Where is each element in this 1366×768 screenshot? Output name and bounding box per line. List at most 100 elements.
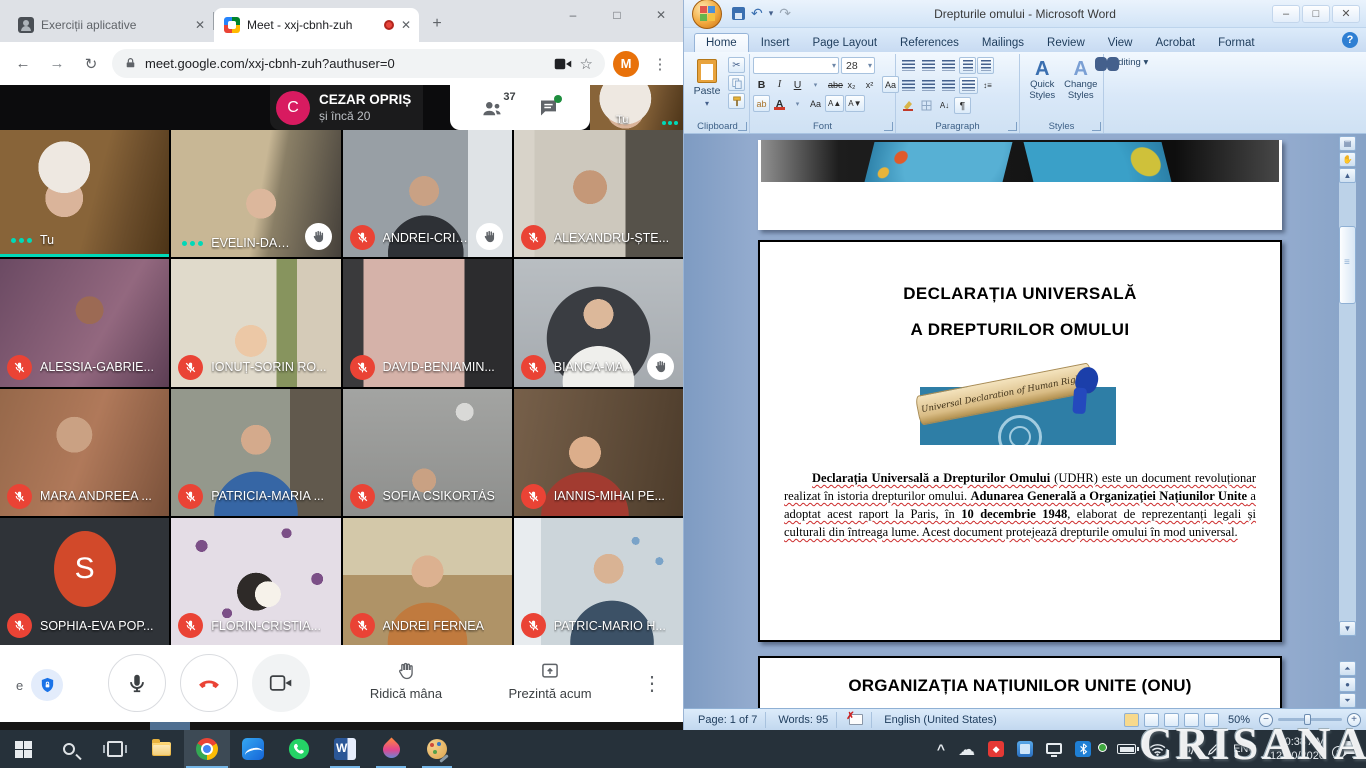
fullscreen-reading-view-button[interactable]	[1144, 713, 1159, 727]
tab-insert[interactable]: Insert	[750, 33, 801, 52]
increase-indent-button[interactable]	[977, 57, 994, 74]
zoom-level[interactable]: 50%	[1228, 714, 1250, 726]
leave-call-button[interactable]	[180, 654, 238, 712]
camera-permission-icon[interactable]	[554, 57, 572, 71]
tab-meet[interactable]: Meet - xxj-cbnh-zuh ✕	[214, 8, 419, 42]
align-left-button[interactable]	[899, 77, 918, 94]
align-center-button[interactable]	[919, 77, 938, 94]
zoom-slider-thumb[interactable]	[1304, 714, 1311, 725]
tab-format[interactable]: Format	[1207, 33, 1265, 52]
borders-button[interactable]	[918, 97, 935, 114]
align-right-button[interactable]	[939, 77, 958, 94]
more-options-icon[interactable]: ⋮	[642, 671, 663, 696]
video-tile[interactable]: ANDREI FERNEA	[343, 518, 512, 645]
line-spacing-button[interactable]: ↕≡	[979, 77, 996, 94]
file-explorer-button[interactable]	[138, 730, 184, 768]
undo-button[interactable]: ↶	[751, 5, 763, 22]
paint3d-taskbar-button[interactable]	[368, 730, 414, 768]
strikethrough-button[interactable]: abe	[825, 76, 842, 93]
tab-view[interactable]: View	[1097, 33, 1144, 52]
copy-button[interactable]	[728, 75, 745, 91]
new-tab-button[interactable]: +	[423, 10, 451, 38]
pan-hand-icon[interactable]: ✋	[1339, 152, 1356, 167]
bookmark-star-icon[interactable]: ☆	[580, 55, 593, 73]
outline-view-button[interactable]	[1184, 713, 1199, 727]
scroll-up-icon[interactable]: ▲	[1339, 168, 1356, 183]
redo-button[interactable]: ↷	[779, 5, 791, 22]
font-size-combo[interactable]: 28▾	[841, 57, 875, 74]
save-button[interactable]	[732, 7, 745, 20]
present-now-button[interactable]: Prezintă acum	[500, 661, 600, 701]
video-tile[interactable]: ALEXANDRU-ȘTE...	[514, 130, 683, 257]
quick-styles-button[interactable]: A Quick Styles	[1025, 59, 1060, 102]
video-tile[interactable]: ALESSIA-GABRIE...	[0, 259, 169, 386]
chrome-menu-icon[interactable]: ⋮	[647, 51, 673, 77]
paste-button[interactable]: Paste ▾	[689, 57, 725, 109]
raise-hand-button[interactable]: Ridică mâna	[360, 661, 452, 701]
action-center-button[interactable]: 3	[1338, 741, 1356, 757]
subscript-button[interactable]: x₂	[843, 76, 860, 93]
italic-button[interactable]: I	[771, 76, 788, 93]
paragraph-dialog-launcher[interactable]	[1008, 122, 1017, 131]
show-paragraph-marks-button[interactable]: ¶	[954, 97, 971, 114]
meeting-safety-icon[interactable]	[31, 669, 63, 701]
camera-toggle-button[interactable]	[252, 654, 310, 712]
language-indicator[interactable]: ENG	[1233, 743, 1257, 755]
styles-dialog-launcher[interactable]	[1092, 122, 1101, 131]
superscript-button[interactable]: x²	[861, 76, 878, 93]
tab-home[interactable]: Home	[694, 33, 749, 52]
shrink-font-button[interactable]: A▼	[845, 95, 864, 112]
web-layout-view-button[interactable]	[1164, 713, 1179, 727]
zoom-out-button[interactable]: −	[1259, 713, 1273, 727]
previous-page-icon[interactable]: ⏶	[1339, 661, 1356, 676]
grow-font-button[interactable]: A▲	[825, 95, 844, 112]
word-taskbar-button[interactable]	[322, 730, 368, 768]
clipboard-dialog-launcher[interactable]	[738, 122, 747, 131]
change-styles-button[interactable]: A Change Styles	[1064, 59, 1099, 102]
tab-references[interactable]: References	[889, 33, 970, 52]
next-page-icon[interactable]: ⏷	[1339, 693, 1356, 708]
multilevel-list-button[interactable]	[939, 57, 958, 74]
video-tile[interactable]: IONUȚ-SORIN RO...	[171, 259, 340, 386]
volume-icon[interactable]	[1179, 743, 1194, 756]
video-tile[interactable]: SOFIA CSIKORTÁS	[343, 389, 512, 516]
video-tile[interactable]: S SOPHIA-EVA POP...	[0, 518, 169, 645]
close-button[interactable]: ✕	[1332, 5, 1360, 23]
display-icon[interactable]	[1046, 743, 1062, 754]
tab-mailings[interactable]: Mailings	[971, 33, 1035, 52]
video-tile[interactable]: ANDREI-CRIS...	[343, 130, 512, 257]
video-tile[interactable]: IANNIS-MIHAI PE...	[514, 389, 683, 516]
help-icon[interactable]: ?	[1342, 32, 1358, 48]
clock[interactable]: 10:38 AM 12/10/2020	[1270, 735, 1325, 764]
maximize-button[interactable]: □	[1302, 5, 1330, 23]
tab-acrobat[interactable]: Acrobat	[1144, 33, 1206, 52]
close-tab-icon[interactable]: ✕	[195, 18, 205, 32]
video-tile[interactable]: Tu	[0, 130, 169, 257]
bold-button[interactable]: B	[753, 76, 770, 93]
account-avatar[interactable]: M	[613, 51, 639, 77]
print-layout-view-button[interactable]	[1124, 713, 1139, 727]
bullets-button[interactable]	[899, 57, 918, 74]
font-color-button[interactable]: A	[771, 95, 788, 112]
scrollbar-thumb[interactable]	[1339, 226, 1356, 304]
chat-button[interactable]	[538, 98, 559, 118]
vertical-scrollbar[interactable]: ▤ ✋ ▲ ▼ ⏶ ● ⏷	[1339, 134, 1356, 708]
minimize-button[interactable]: –	[551, 0, 595, 30]
forward-button[interactable]: →	[44, 51, 70, 77]
undo-dropdown-icon[interactable]: ▾	[769, 8, 774, 19]
video-tile[interactable]: EVELIN-DARI...	[171, 130, 340, 257]
paint-taskbar-button[interactable]	[414, 730, 460, 768]
self-view-thumbnail[interactable]: Tu	[590, 85, 683, 130]
underline-button[interactable]: U	[789, 76, 806, 93]
tab-page-layout[interactable]: Page Layout	[801, 33, 888, 52]
taskbar-search-button[interactable]	[46, 730, 92, 768]
spellcheck-status[interactable]: ✗	[841, 712, 872, 728]
video-tile[interactable]: MARA ANDREEA ...	[0, 389, 169, 516]
document-page-3[interactable]: ORGANIZAȚIA NAȚIUNILOR UNITE (ONU)	[758, 656, 1282, 708]
tray-red-app-icon[interactable]: ◆	[988, 741, 1004, 757]
font-dialog-launcher[interactable]	[884, 122, 893, 131]
change-case-button[interactable]: Aa	[807, 95, 824, 112]
participants-button[interactable]: 37	[481, 98, 515, 118]
font-name-combo[interactable]: ▾	[753, 57, 839, 74]
video-tile[interactable]: PATRIC-MARIO H...	[514, 518, 683, 645]
